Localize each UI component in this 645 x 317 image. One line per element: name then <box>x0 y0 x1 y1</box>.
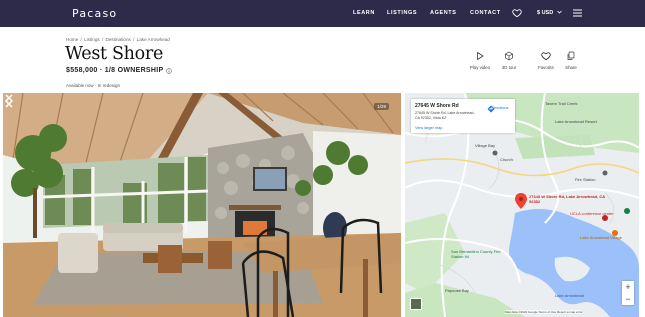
map-label-complex: Lake Arrowhead Resort <box>555 119 597 124</box>
nav-link-listings[interactable]: LISTINGS <box>387 10 417 16</box>
breadcrumb-lake-arrowhead[interactable]: Lake Arrowhead <box>137 37 170 42</box>
heart-icon <box>541 52 551 61</box>
play-video-label: Play video <box>469 65 491 70</box>
3d-tour-button[interactable]: 3D tour <box>494 51 524 70</box>
info-icon[interactable] <box>166 67 173 74</box>
share-label: Share <box>565 65 577 70</box>
price-ownership-text: $558,000 · 1/8 OWNERSHIP <box>66 67 164 74</box>
map-label-lake: Lake Arrowhead <box>555 293 584 298</box>
breadcrumb-home[interactable]: Home <box>66 37 78 42</box>
map-info-card: 27645 W Shore Rd 27645 W Shore Rd, Lake … <box>411 99 515 133</box>
zoom-controls: + − <box>622 281 634 305</box>
map-pin-label: 27645 W Shore Rd, Lake Arrowhead, CA 923… <box>529 194 605 204</box>
map-label-point: Papoose Bay <box>445 288 469 293</box>
nav-link-agents[interactable]: AGENTS <box>430 10 457 16</box>
currency-label: $ USD <box>537 10 554 16</box>
cube-icon <box>505 51 513 61</box>
zoom-in-button[interactable]: + <box>622 281 634 293</box>
page-title: West Shore <box>65 44 164 64</box>
hamburger-menu-icon[interactable] <box>573 9 582 17</box>
chevron-down-icon <box>556 10 562 14</box>
currency-selector[interactable]: $ USD <box>537 10 562 16</box>
availability-status: Available now · In redesign <box>66 83 120 88</box>
nav-link-contact[interactable]: CONTACT <box>470 10 501 16</box>
zoom-out-button[interactable]: − <box>622 293 634 305</box>
map-label-village: Lake Arrowhead Village <box>580 235 622 240</box>
play-icon <box>477 52 484 60</box>
directions-icon <box>487 105 495 113</box>
price-line: $558,000 · 1/8 OWNERSHIP <box>66 67 173 74</box>
breadcrumb-listings[interactable]: Listings <box>84 37 100 42</box>
map-label-trail: Tavern Trail Creek <box>545 101 578 106</box>
map-satellite-toggle[interactable] <box>410 298 422 310</box>
share-button[interactable]: Share <box>556 51 586 70</box>
map-card-title: 27645 W Shore Rd <box>415 103 459 109</box>
map-label-conference: UCLA conference center <box>570 211 614 216</box>
share-icon <box>567 51 575 60</box>
map-card-address: 27645 W Shore Rd, Lake Arrowhead, CA 923… <box>415 111 475 120</box>
living-room-photo <box>3 93 401 317</box>
nav-link-learn[interactable]: LEARN <box>353 10 375 16</box>
map-label-place1: Village Bay <box>475 143 495 148</box>
map-label-county: San Bernardino County Fire Station 94 <box>451 249 501 259</box>
location-map[interactable]: 27645 W Shore Rd 27645 W Shore Rd, Lake … <box>405 93 639 317</box>
breadcrumb-destinations[interactable]: Destinations <box>106 37 131 42</box>
directions-button[interactable]: Directions <box>487 105 513 113</box>
play-video-button[interactable]: Play video <box>465 51 495 70</box>
top-navbar: Pacaso LEARN LISTINGS AGENTS CONTACT $ U… <box>0 0 645 27</box>
map-label-fire: Fire Station <box>575 177 596 182</box>
photo-counter: 1/29 <box>374 103 389 110</box>
breadcrumb: Home / Listings / Destinations / Lake Ar… <box>66 37 170 42</box>
brand-logo[interactable]: Pacaso <box>72 7 117 20</box>
favorites-heart-icon[interactable] <box>512 8 522 18</box>
3d-tour-label: 3D tour <box>501 65 517 70</box>
map-attribution: Map data ©2022 Google Terms of Use Repor… <box>505 310 583 314</box>
view-larger-map-link[interactable]: View larger map <box>415 126 442 130</box>
map-label-church: Church <box>500 157 513 162</box>
listing-photo-gallery[interactable]: 1/29 <box>3 93 401 317</box>
chevron-right-icon[interactable] <box>3 93 15 109</box>
